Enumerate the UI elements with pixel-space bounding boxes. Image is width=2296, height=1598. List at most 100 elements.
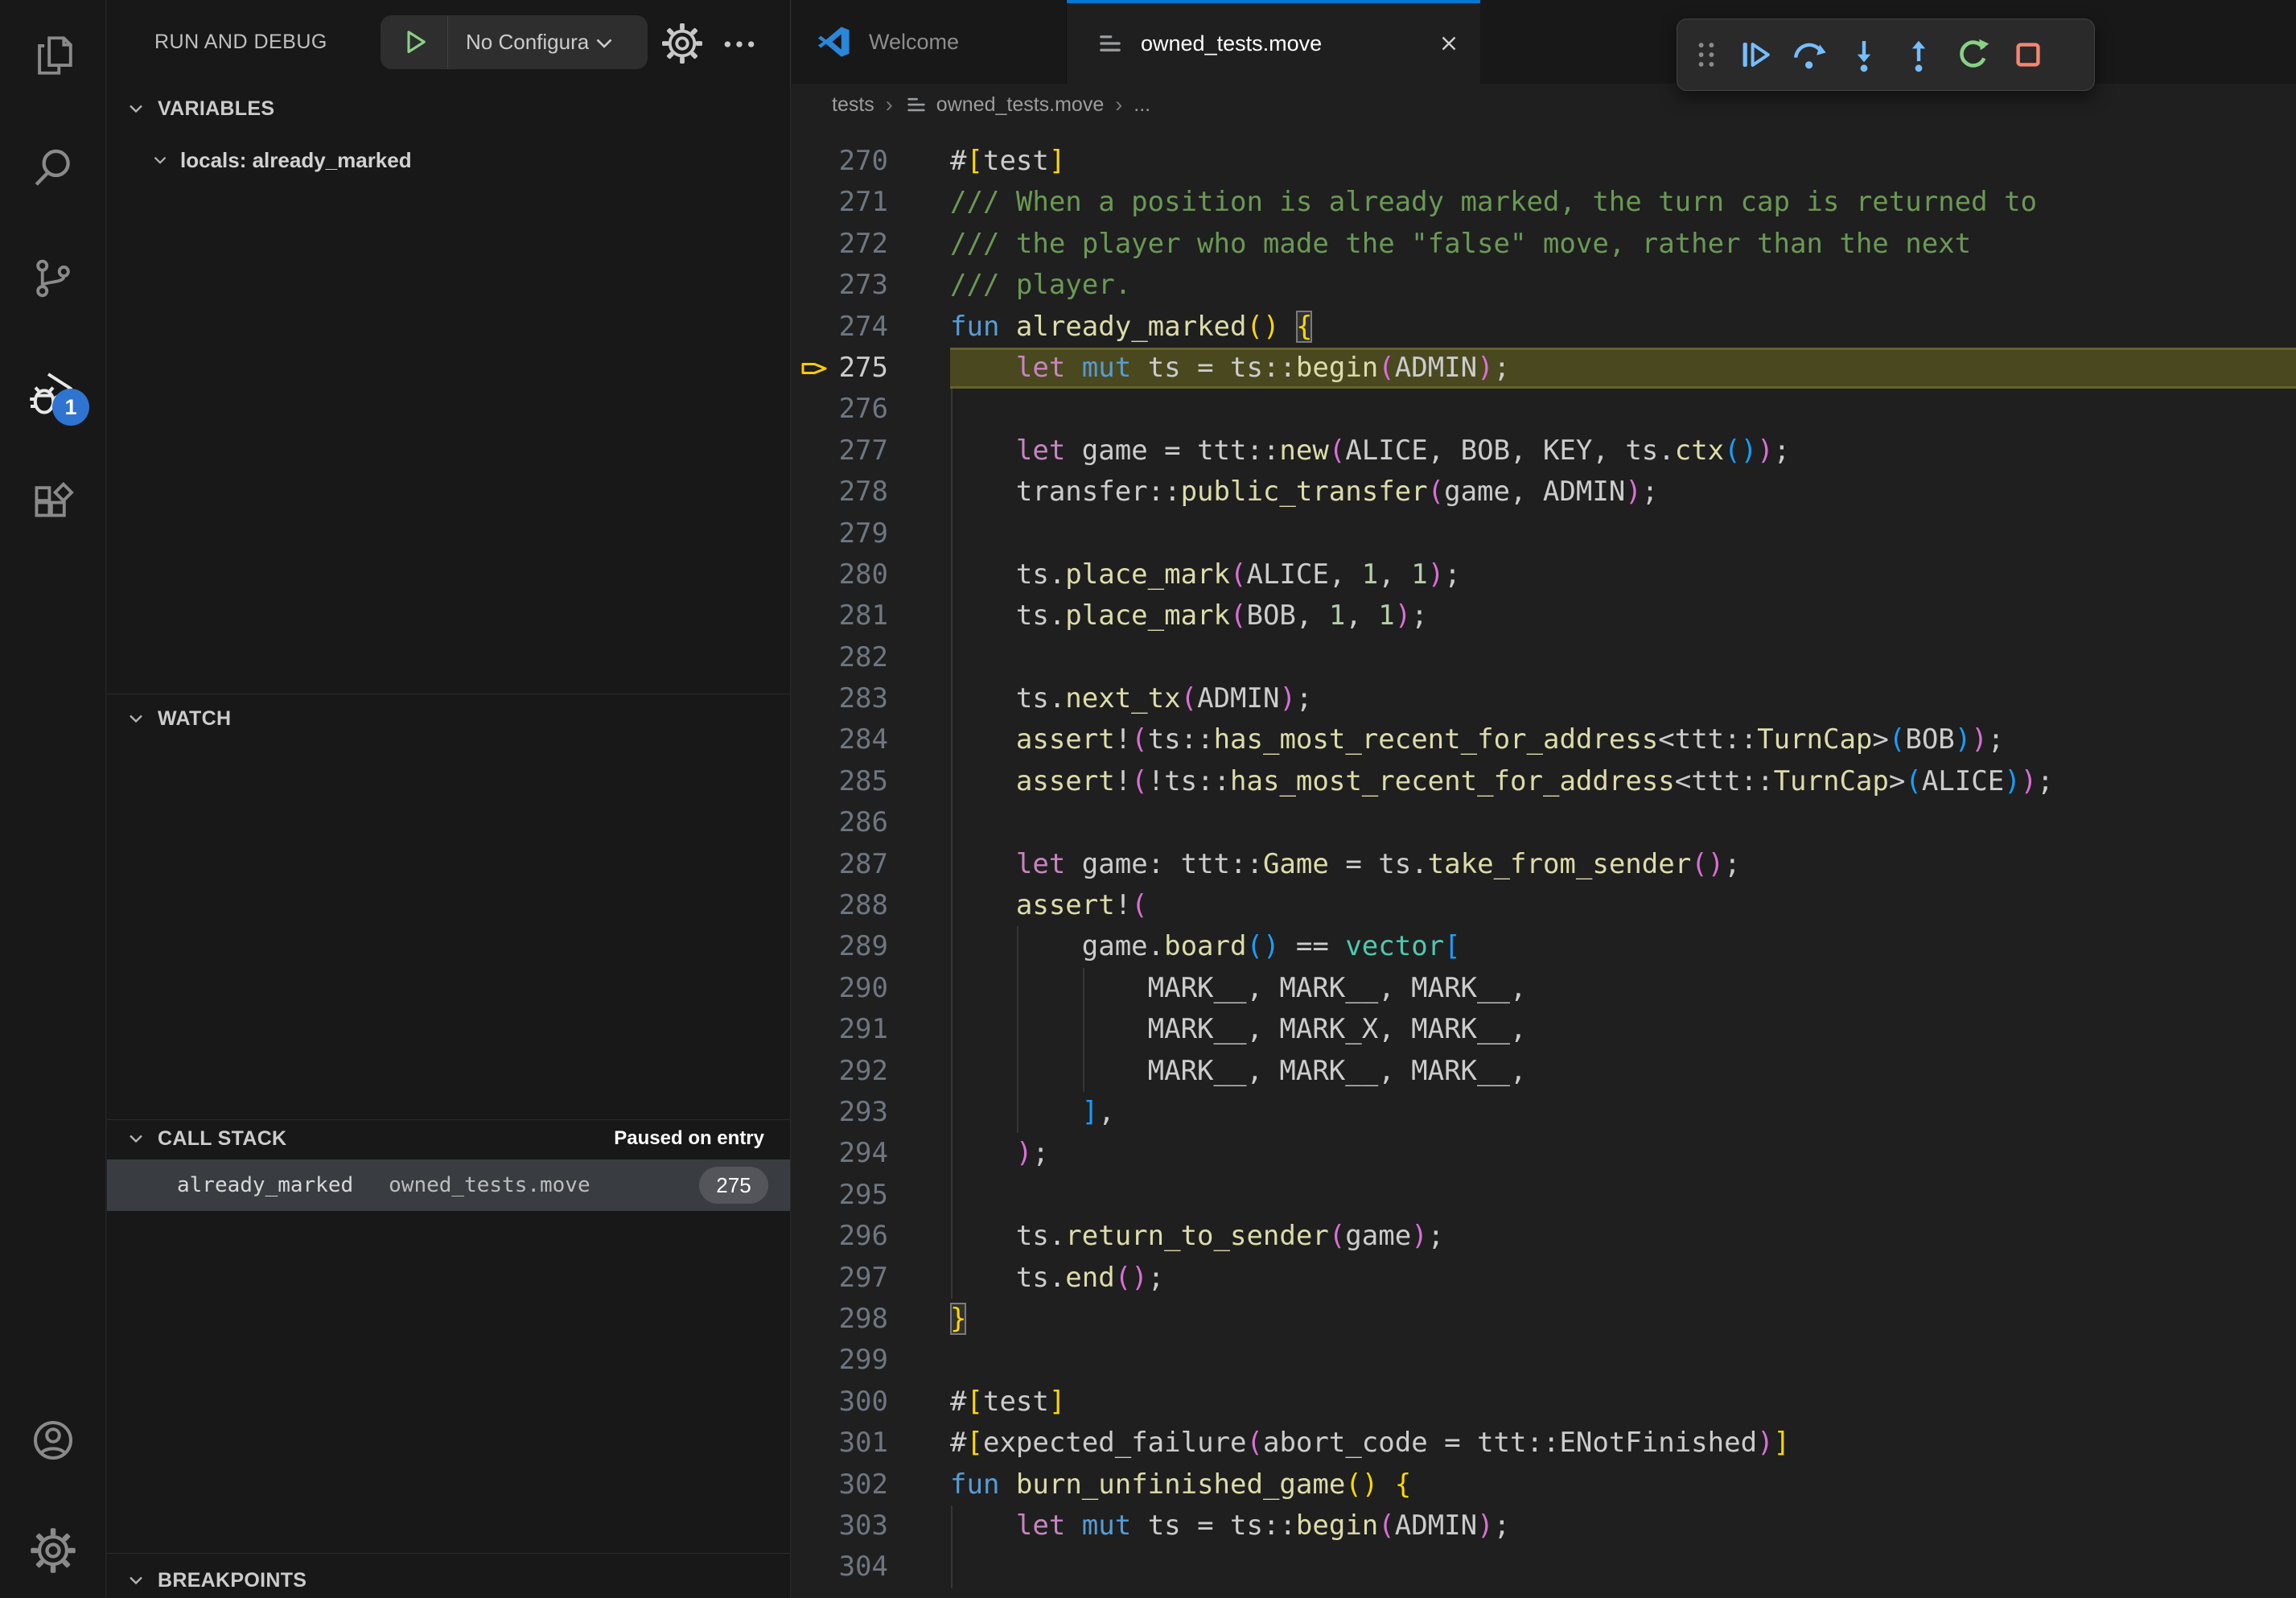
sidebar-item-search[interactable] <box>27 142 80 195</box>
code-line[interactable]: 278 transfer::public_transfer(game, ADMI… <box>792 472 2296 513</box>
breadcrumb-segment[interactable]: ... <box>1134 93 1150 117</box>
stop-button[interactable] <box>2001 27 2055 83</box>
code-editor[interactable]: 270#[test]271/// When a position is alre… <box>792 126 2296 1598</box>
debug-settings-button[interactable] <box>660 22 704 65</box>
line-number[interactable]: 275 <box>839 348 888 389</box>
code-line[interactable]: 293 ], <box>792 1092 2296 1133</box>
code-line[interactable]: 277 let game = ttt::new(ALICE, BOB, KEY,… <box>792 430 2296 472</box>
call-stack-frame[interactable]: already_marked owned_tests.move 275 <box>107 1159 790 1211</box>
step-into-button[interactable] <box>1837 27 1891 83</box>
gutter[interactable]: 297 <box>792 1258 950 1299</box>
line-number[interactable]: 272 <box>839 224 888 265</box>
line-number[interactable]: 273 <box>839 265 888 306</box>
gutter[interactable]: 281 <box>792 595 950 636</box>
start-debugging-button[interactable] <box>381 15 448 69</box>
gutter[interactable]: 285 <box>792 761 950 802</box>
code-line[interactable]: 290 MARK__, MARK__, MARK__, <box>792 968 2296 1009</box>
code-line[interactable]: 274fun already_marked() { <box>792 307 2296 348</box>
breadcrumb-segment[interactable]: owned_tests.move <box>936 93 1104 117</box>
code-line[interactable]: 272/// the player who made the "false" m… <box>792 224 2296 265</box>
code-line[interactable]: 300#[test] <box>792 1382 2296 1423</box>
gutter[interactable]: 284 <box>792 719 950 760</box>
code-line[interactable]: 291 MARK__, MARK_X, MARK__, <box>792 1009 2296 1050</box>
code-line[interactable]: 304 <box>792 1547 2296 1588</box>
code-line[interactable]: 294 ); <box>792 1133 2296 1174</box>
code-line[interactable]: 283 ts.next_tx(ADMIN); <box>792 678 2296 719</box>
gutter[interactable]: 286 <box>792 802 950 843</box>
line-number[interactable]: 281 <box>839 595 888 636</box>
line-number[interactable]: 302 <box>839 1464 888 1505</box>
gutter[interactable]: 282 <box>792 637 950 678</box>
line-number[interactable]: 277 <box>839 430 888 472</box>
gutter[interactable]: 287 <box>792 844 950 885</box>
toolbar-drag-handle[interactable] <box>1685 27 1727 83</box>
code-line[interactable]: 281 ts.place_mark(BOB, 1, 1); <box>792 595 2296 636</box>
gutter[interactable]: 272 <box>792 224 950 265</box>
code-line[interactable]: 273/// player. <box>792 265 2296 306</box>
views-more-actions-button[interactable] <box>722 32 757 56</box>
variables-scope-locals[interactable]: locals: already_marked <box>107 139 790 181</box>
code-line[interactable]: 297 ts.end(); <box>792 1258 2296 1299</box>
sidebar-item-source-control[interactable] <box>27 252 80 305</box>
code-line[interactable]: 302fun burn_unfinished_game() { <box>792 1464 2296 1505</box>
continue-button[interactable] <box>1727 27 1782 83</box>
section-header-variables[interactable]: VARIABLES <box>107 90 790 127</box>
code-line[interactable]: 280 ts.place_mark(ALICE, 1, 1); <box>792 554 2296 595</box>
line-number[interactable]: 296 <box>839 1216 888 1257</box>
line-number[interactable]: 276 <box>839 389 888 430</box>
line-number[interactable]: 289 <box>839 926 888 967</box>
code-line[interactable]: 271/// When a position is already marked… <box>792 182 2296 223</box>
line-number[interactable]: 283 <box>839 678 888 719</box>
gutter[interactable]: 278 <box>792 472 950 513</box>
step-over-button[interactable] <box>1782 27 1837 83</box>
tab-welcome[interactable]: Welcome <box>792 0 1067 84</box>
sidebar-item-run-and-debug[interactable]: 1 <box>27 366 80 419</box>
line-number[interactable]: 299 <box>839 1340 888 1381</box>
line-number[interactable]: 295 <box>839 1175 888 1216</box>
code-line[interactable]: 284 assert!(ts::has_most_recent_for_addr… <box>792 719 2296 760</box>
line-number[interactable]: 294 <box>839 1133 888 1174</box>
account-button[interactable] <box>27 1414 80 1467</box>
sidebar-item-extensions[interactable] <box>27 477 80 530</box>
line-number[interactable]: 300 <box>839 1382 888 1423</box>
gutter[interactable]: 273 <box>792 265 950 306</box>
line-number[interactable]: 297 <box>839 1258 888 1299</box>
line-number[interactable]: 291 <box>839 1009 888 1050</box>
gutter[interactable]: 283 <box>792 678 950 719</box>
gutter[interactable]: 295 <box>792 1175 950 1216</box>
gutter[interactable]: 304 <box>792 1547 950 1588</box>
gutter[interactable]: 303 <box>792 1505 950 1547</box>
code-line[interactable]: 288 assert!( <box>792 885 2296 926</box>
code-line[interactable]: 285 assert!(!ts::has_most_recent_for_add… <box>792 761 2296 802</box>
gutter[interactable]: 279 <box>792 513 950 554</box>
gutter[interactable]: 292 <box>792 1051 950 1092</box>
gutter[interactable]: 274 <box>792 307 950 348</box>
launch-configuration-dropdown[interactable]: No Configura <box>381 15 648 69</box>
gutter[interactable]: 300 <box>792 1382 950 1423</box>
gutter[interactable]: 293 <box>792 1092 950 1133</box>
close-icon[interactable] <box>1437 31 1461 56</box>
code-line[interactable]: 279 <box>792 513 2296 554</box>
step-out-button[interactable] <box>1891 27 1946 83</box>
gutter[interactable]: 290 <box>792 968 950 1009</box>
restart-button[interactable] <box>1946 27 2001 83</box>
section-header-watch[interactable]: WATCH <box>107 700 790 737</box>
code-line[interactable]: 287 let game: ttt::Game = ts.take_from_s… <box>792 844 2296 885</box>
gutter[interactable]: 299 <box>792 1340 950 1381</box>
line-number[interactable]: 290 <box>839 968 888 1009</box>
gutter[interactable]: 291 <box>792 1009 950 1050</box>
gutter[interactable]: 276 <box>792 389 950 430</box>
gutter[interactable]: 302 <box>792 1464 950 1505</box>
tab-owned-tests-move[interactable]: owned_tests.move <box>1067 0 1480 84</box>
code-line[interactable]: 303 let mut ts = ts::begin(ADMIN); <box>792 1505 2296 1547</box>
code-line[interactable]: 296 ts.return_to_sender(game); <box>792 1216 2296 1257</box>
line-number[interactable]: 288 <box>839 885 888 926</box>
gutter[interactable]: 270 <box>792 141 950 182</box>
code-line[interactable]: 286 <box>792 802 2296 843</box>
line-number[interactable]: 280 <box>839 554 888 595</box>
code-line[interactable]: 270#[test] <box>792 141 2296 182</box>
line-number[interactable]: 286 <box>839 802 888 843</box>
line-number[interactable]: 270 <box>839 141 888 182</box>
line-number[interactable]: 274 <box>839 307 888 348</box>
line-number[interactable]: 287 <box>839 844 888 885</box>
